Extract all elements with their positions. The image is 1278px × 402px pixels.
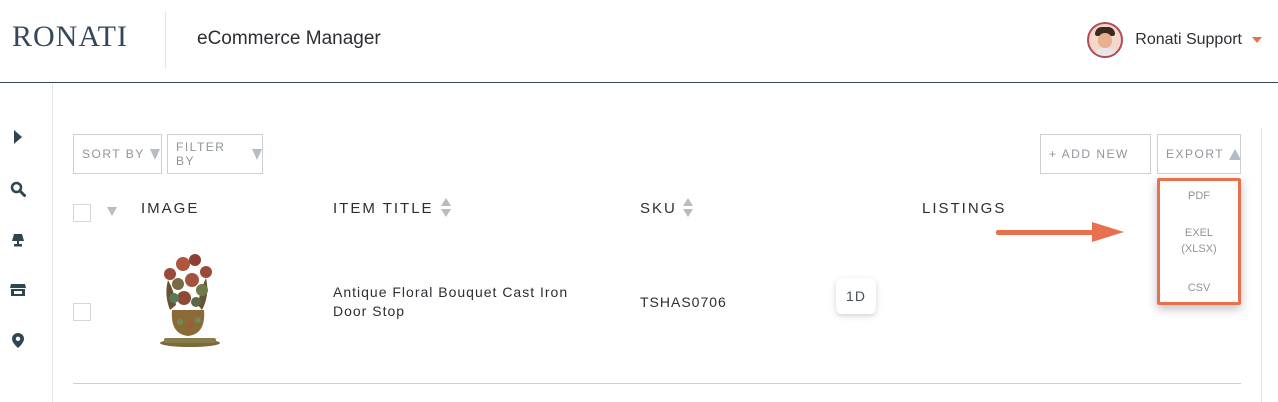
annotation-arrow-head-icon bbox=[1092, 222, 1124, 242]
caret-up-icon bbox=[1229, 148, 1242, 160]
expand-arrow-icon[interactable] bbox=[9, 128, 27, 146]
caret-down-icon bbox=[252, 148, 262, 160]
filter-by-button[interactable]: FILTER BY bbox=[167, 134, 263, 174]
lamp-icon[interactable] bbox=[9, 231, 27, 249]
sort-by-label: SORT BY bbox=[82, 147, 145, 161]
listing-badge[interactable]: 1D bbox=[836, 278, 876, 314]
export-option-xlsx[interactable]: EXEL (XLSX) bbox=[1160, 225, 1238, 257]
sort-by-button[interactable]: SORT BY bbox=[73, 134, 162, 174]
column-header-item-title[interactable]: ITEM TITLE bbox=[333, 200, 434, 217]
column-header-listings: LISTINGS bbox=[922, 200, 1007, 217]
top-header: RONATI eCommerce Manager Ronati Support bbox=[0, 0, 1278, 83]
ronati-logo[interactable]: RONATI bbox=[12, 20, 128, 54]
annotation-arrow bbox=[996, 230, 1096, 235]
product-image[interactable] bbox=[150, 250, 222, 350]
row-checkbox[interactable] bbox=[73, 303, 91, 321]
export-option-pdf[interactable]: PDF bbox=[1160, 188, 1238, 204]
header-divider bbox=[165, 12, 166, 68]
export-button[interactable]: EXPORT bbox=[1157, 134, 1242, 174]
sort-icon[interactable] bbox=[441, 198, 451, 218]
search-icon[interactable] bbox=[9, 180, 27, 198]
export-option-csv[interactable]: CSV bbox=[1160, 280, 1238, 296]
sort-icon[interactable] bbox=[683, 198, 693, 218]
add-new-button[interactable]: + ADD NEW bbox=[1040, 134, 1151, 174]
column-header-image: IMAGE bbox=[141, 200, 200, 217]
user-menu[interactable]: Ronati Support bbox=[1087, 20, 1262, 60]
caret-down-icon bbox=[149, 148, 160, 160]
content-border bbox=[1261, 128, 1262, 402]
row-divider bbox=[73, 383, 1241, 384]
filter-by-label: FILTER BY bbox=[176, 140, 226, 168]
export-label: EXPORT bbox=[1166, 147, 1225, 161]
item-sku: TSHAS0706 bbox=[640, 294, 727, 310]
add-new-label: + ADD NEW bbox=[1049, 147, 1129, 161]
app-title: eCommerce Manager bbox=[197, 28, 381, 49]
store-icon[interactable] bbox=[9, 281, 27, 299]
sidebar bbox=[0, 84, 53, 402]
avatar[interactable] bbox=[1087, 22, 1124, 58]
select-all-checkbox[interactable] bbox=[73, 204, 91, 222]
location-pin-icon[interactable] bbox=[9, 331, 27, 349]
export-dropdown-menu: PDF EXEL (XLSX) CSV bbox=[1157, 178, 1241, 305]
item-title[interactable]: Antique Floral Bouquet Cast Iron Door St… bbox=[333, 283, 603, 321]
chevron-down-icon[interactable] bbox=[1252, 37, 1262, 43]
user-name[interactable]: Ronati Support bbox=[1135, 31, 1242, 49]
bulk-actions-caret-icon[interactable] bbox=[107, 207, 117, 216]
column-header-sku[interactable]: SKU bbox=[640, 200, 677, 217]
